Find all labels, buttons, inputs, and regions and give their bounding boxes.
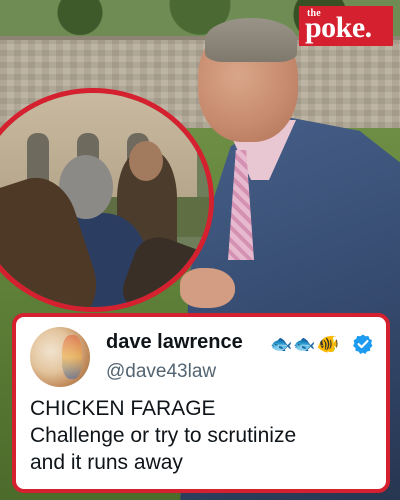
tweet-card: dave lawrence 🐟🐟🐠 @dave43law CHICKEN FAR…	[12, 313, 390, 493]
tweet-text-line: Challenge or try to scrutinize	[30, 424, 297, 447]
fish-icon: 🐟	[293, 334, 317, 354]
the-poke-logo: the poke.	[299, 6, 393, 46]
tweet-text: CHICKEN FARAGE Challenge or try to scrut…	[30, 395, 378, 476]
verified-badge-icon	[353, 334, 373, 354]
fish-icon: 🐟	[270, 334, 294, 354]
inset-window	[27, 133, 49, 181]
name-emojis: 🐟🐟🐠	[270, 333, 340, 355]
tweet-text-line: and it runs away	[30, 451, 183, 474]
avatar[interactable]	[30, 327, 90, 387]
inset-circle-photo	[0, 88, 214, 312]
inset-photographer-head	[129, 141, 163, 181]
logo-text-poke: poke.	[305, 11, 372, 44]
tropical-fish-icon: 🐠	[316, 334, 341, 354]
display-name[interactable]: dave lawrence	[106, 331, 243, 354]
main-figure-hair	[205, 18, 297, 62]
user-handle[interactable]: @dave43law	[106, 361, 216, 383]
tweet-text-line: CHICKEN FARAGE	[30, 397, 216, 420]
